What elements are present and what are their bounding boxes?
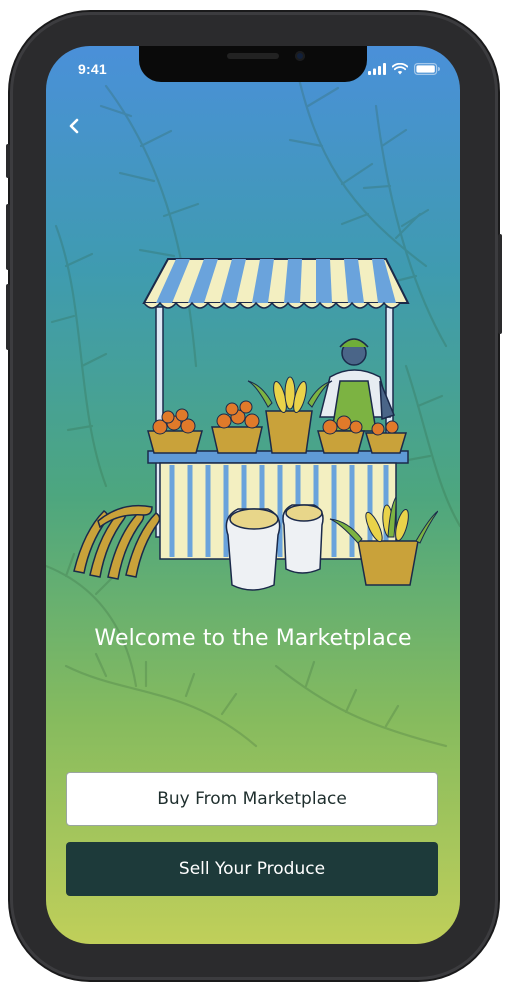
sell-your-produce-button[interactable]: Sell Your Produce <box>66 842 438 896</box>
app-screen: 9:41 Welcome to the Marketplace Buy From… <box>46 46 460 944</box>
status-icons <box>368 63 440 75</box>
welcome-title: Welcome to the Marketplace <box>94 626 412 651</box>
status-time: 9:41 <box>78 61 107 77</box>
buy-from-marketplace-button[interactable]: Buy From Marketplace <box>66 772 438 826</box>
chevron-left-icon <box>69 118 79 134</box>
notch <box>139 46 367 82</box>
volume-down-button <box>6 284 10 350</box>
silent-switch <box>6 144 10 178</box>
wifi-icon <box>392 63 408 75</box>
battery-icon <box>414 63 440 75</box>
home-indicator <box>184 931 322 936</box>
back-button[interactable] <box>62 114 86 138</box>
power-button <box>498 234 502 334</box>
cellular-signal-icon <box>368 63 386 75</box>
market-stall-illustration <box>73 258 438 591</box>
volume-up-button <box>6 204 10 270</box>
front-camera <box>295 51 305 61</box>
speaker-grille <box>227 53 279 59</box>
